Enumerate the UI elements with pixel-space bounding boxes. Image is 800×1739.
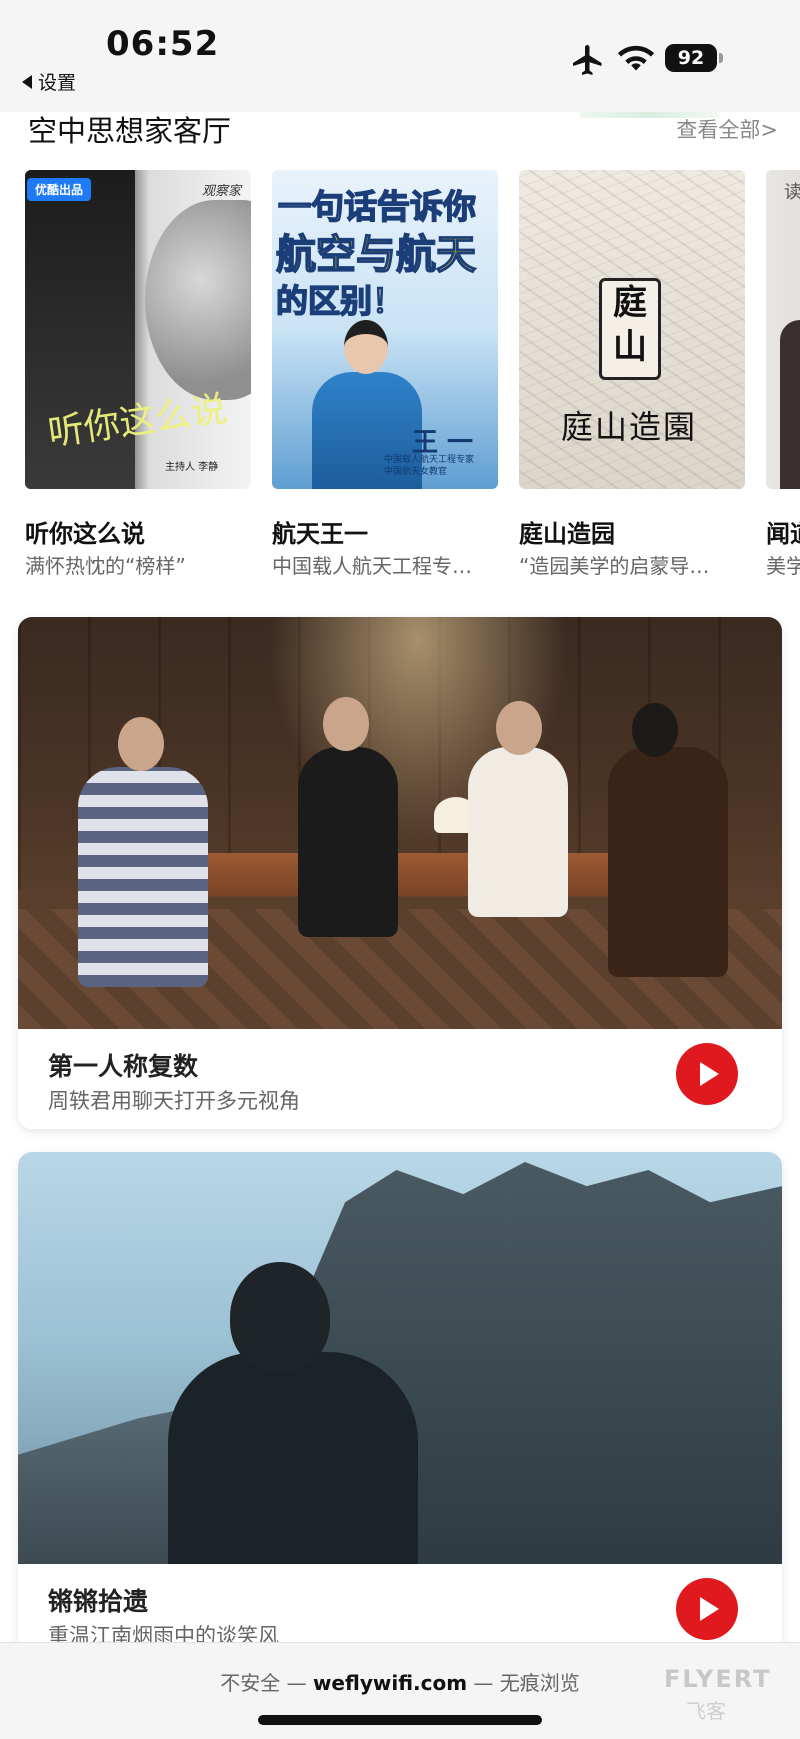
guest-3-head — [496, 701, 542, 755]
man-head — [230, 1262, 330, 1372]
status-time: 06:52 — [106, 24, 220, 64]
url-host: weflywifi.com — [312, 1671, 468, 1695]
figure-head — [344, 320, 388, 374]
video-subtitle: 周轶君用聊天打开多元视角 — [48, 1089, 300, 1113]
program-card-listen[interactable]: 优酷出品 观察家 听你这么说 主持人 李静 听你这么说 满怀热忱的“榜样” — [25, 170, 251, 578]
play-icon — [700, 1062, 719, 1086]
program-card-space[interactable]: 一句话告诉你 航空与航天 的区别！ 王 一 中国载人航天工程专家 中国航天女教官… — [272, 170, 498, 578]
poster-headline-1: 一句话告诉你 — [277, 186, 477, 227]
man-silhouette — [168, 1352, 418, 1564]
card-subtitle: 美学 — [766, 554, 800, 578]
home-indicator[interactable] — [258, 1715, 542, 1725]
poster-title: 庭山造園 — [561, 408, 698, 446]
video-card-qiangqiang[interactable]: 锵锵拾遗 重温江南烟雨中的谈笑风 — [18, 1152, 782, 1664]
back-arrow-icon — [22, 74, 32, 89]
poster-credit: 主持人 李静 — [165, 462, 219, 473]
program-card-garden[interactable]: 庭山 庭山造園 庭山造园 “造园美学的启蒙导… — [519, 170, 745, 578]
program-poster: 一句话告诉你 航空与航天 的区别！ 王 一 中国载人航天工程专家 中国航天女教官 — [272, 170, 498, 489]
video-title: 第一人称复数 — [48, 1052, 199, 1081]
card-subtitle: 中国载人航天工程专… — [272, 554, 472, 578]
video-thumbnail[interactable] — [18, 617, 782, 1029]
back-label: 设置 — [38, 72, 77, 94]
video-title: 锵锵拾遗 — [48, 1587, 149, 1616]
program-poster: 优酷出品 观察家 听你这么说 主持人 李静 — [25, 170, 251, 489]
program-card-row[interactable]: 优酷出品 观察家 听你这么说 主持人 李静 听你这么说 满怀热忱的“榜样” 一句… — [0, 170, 800, 580]
url-prefix: 不安全 — — [220, 1671, 313, 1695]
card-title: 庭山造园 — [519, 520, 615, 548]
play-button[interactable] — [676, 1578, 738, 1640]
play-icon — [700, 1597, 719, 1621]
card-title: 航天王一 — [272, 520, 368, 548]
battery-level: 92 — [665, 44, 717, 72]
program-poster: 庭山 庭山造園 — [519, 170, 745, 489]
airplane-mode-icon — [573, 45, 602, 75]
poster-seal: 庭山 — [599, 278, 661, 380]
card-subtitle: “造园美学的启蒙导… — [519, 554, 710, 578]
youku-badge: 优酷出品 — [27, 178, 92, 201]
poster-portrait — [145, 200, 251, 400]
status-bar: 06:52 设置 92 — [0, 0, 800, 112]
program-poster: 读 — [766, 170, 800, 489]
video-card-first-person-plural[interactable]: 第一人称复数 周轶君用聊天打开多元视角 — [18, 617, 782, 1129]
guest-4 — [608, 747, 728, 977]
poster-figure — [780, 320, 800, 489]
poster-char: 读 — [784, 182, 800, 203]
dining-table — [170, 853, 666, 897]
guest-1-head — [118, 717, 164, 771]
card-title: 听你这么说 — [25, 520, 145, 548]
url-suffix: — 无痕浏览 — [467, 1671, 580, 1695]
poster-headline-3: 的区别！ — [275, 281, 405, 321]
guest-4-head — [632, 703, 678, 757]
browser-address-bar[interactable]: 不安全 — weflywifi.com — 无痕浏览 FLYERT 飞客 — [0, 1642, 800, 1739]
guest-3 — [468, 747, 568, 917]
video-info: 第一人称复数 周轶君用聊天打开多元视角 — [18, 1029, 782, 1129]
program-card-peek[interactable]: 读 闻道 美学 — [766, 170, 800, 578]
card-subtitle: 满怀热忱的“榜样” — [25, 554, 186, 578]
back-to-settings-link[interactable]: 设置 — [22, 68, 76, 95]
watermark-logo: FLYERT — [664, 1665, 772, 1693]
poster-caption: 中国载人航天工程专家 中国航天女教官 — [384, 455, 475, 477]
guest-1 — [78, 767, 208, 987]
guest-2-head — [323, 697, 369, 751]
guest-2 — [298, 747, 398, 937]
poster-headline-2: 航空与航天 — [275, 231, 477, 279]
battery-indicator: 92 — [665, 44, 723, 72]
card-title: 闻道 — [766, 520, 800, 548]
play-button[interactable] — [676, 1043, 738, 1105]
watermark-sub: 飞客 — [686, 1699, 726, 1723]
see-all-link[interactable]: 查看全部> — [676, 114, 778, 144]
battery-cap — [719, 53, 723, 63]
section-title: 空中思想家客厅 — [28, 114, 232, 148]
video-thumbnail[interactable] — [18, 1152, 782, 1564]
poster-logo: 观察家 — [201, 184, 241, 199]
wifi-icon — [617, 45, 655, 71]
